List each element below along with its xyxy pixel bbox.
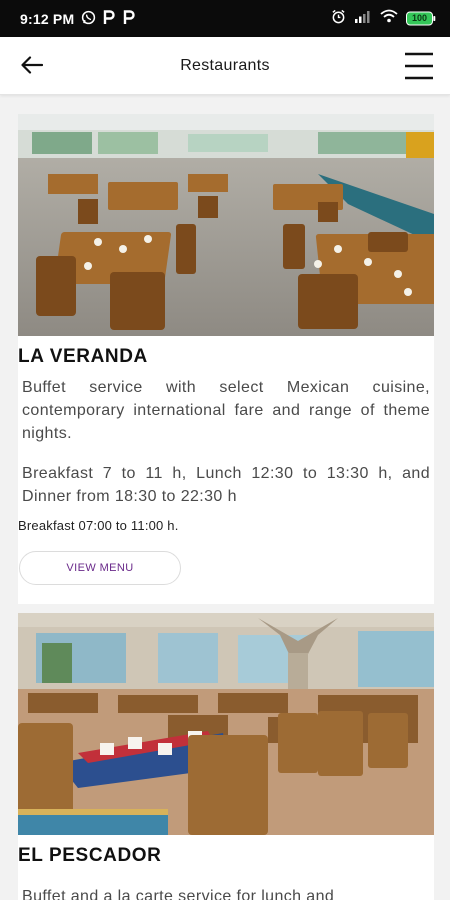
- status-time: 9:12 PM: [20, 10, 75, 27]
- battery-icon: 100: [406, 11, 436, 26]
- restaurant-list[interactable]: LA VERANDA Buffet service with select Me…: [0, 96, 450, 900]
- restaurant-name: LA VERANDA: [18, 346, 148, 367]
- menu-button[interactable]: [404, 51, 434, 81]
- whatsapp-icon: [81, 10, 96, 28]
- wifi-icon: [380, 9, 398, 28]
- parking-app-icon: [123, 9, 136, 28]
- battery-level: 100: [411, 13, 428, 23]
- restaurant-description: Buffet and a la carte service for lunch …: [22, 888, 335, 900]
- restaurant-photo: [18, 613, 434, 835]
- restaurant-card: LA VERANDA Buffet service with select Me…: [18, 114, 434, 604]
- restaurant-card: EL PESCADOR Buffet and a la carte servic…: [18, 613, 434, 900]
- restaurant-hours-short: Breakfast 07:00 to 11:00 h.: [18, 518, 179, 533]
- hamburger-menu-icon: [404, 52, 434, 85]
- status-bar: 9:12 PM 100: [0, 0, 450, 37]
- page-title: Restaurants: [180, 56, 270, 74]
- restaurant-name: EL PESCADOR: [18, 845, 162, 866]
- app-bar: Restaurants: [0, 37, 450, 95]
- signal-icon: [354, 9, 372, 28]
- view-menu-button[interactable]: VIEW MENU: [19, 551, 181, 585]
- restaurant-description: Buffet service with select Mexican cuisi…: [22, 379, 430, 442]
- restaurant-photo: [18, 114, 434, 336]
- back-button[interactable]: [18, 54, 46, 80]
- alarm-icon: [331, 9, 346, 29]
- arrow-left-icon: [21, 55, 44, 79]
- restaurant-hours: Breakfast 7 to 11 h, Lunch 12:30 to 13:3…: [22, 465, 430, 505]
- parking-app-icon: [103, 9, 116, 28]
